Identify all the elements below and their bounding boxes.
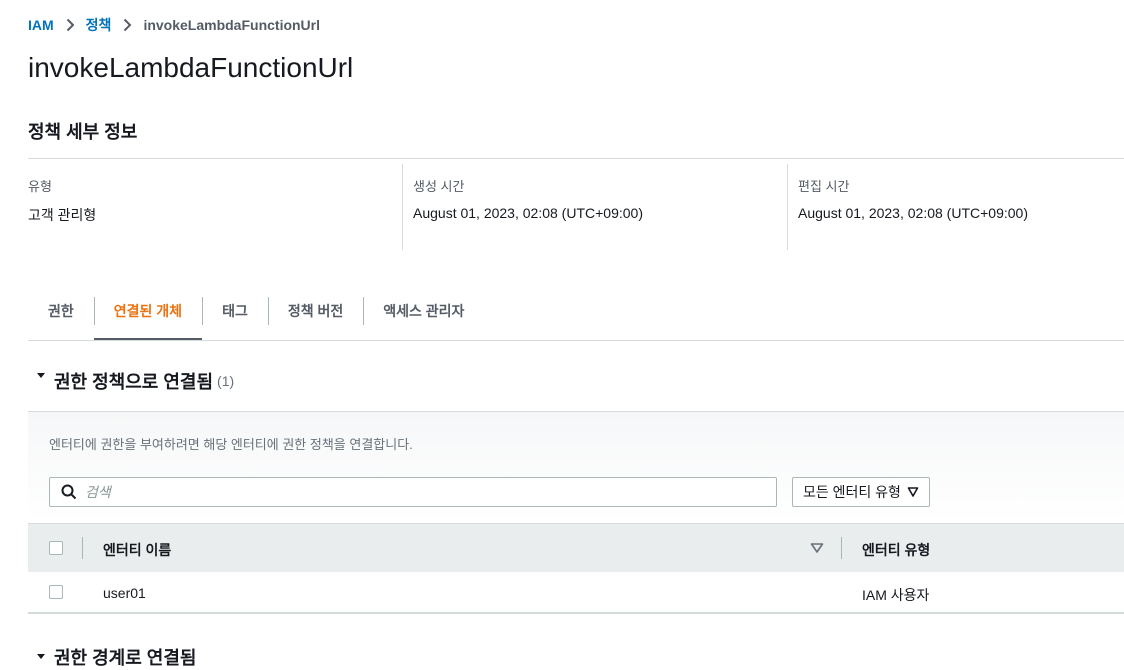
detail-edited: 편집 시간 August 01, 2023, 02:08 (UTC+09:00) xyxy=(787,164,1124,250)
tab-bar: 권한 연결된 개체 태그 정책 버전 액세스 관리자 xyxy=(28,296,484,340)
column-divider xyxy=(841,537,842,559)
tab-permissions[interactable]: 권한 xyxy=(28,296,94,338)
search-input[interactable] xyxy=(85,484,685,500)
caret-down-icon xyxy=(37,654,45,659)
attached-section-toggle[interactable]: 권한 정책으로 연결됨 (1) xyxy=(28,366,234,396)
chevron-right-icon xyxy=(119,17,135,33)
detail-value: August 01, 2023, 02:08 (UTC+09:00) xyxy=(798,205,1028,221)
breadcrumb-current: invokeLambdaFunctionUrl xyxy=(143,17,321,33)
chevron-right-icon xyxy=(62,17,78,33)
caret-down-icon xyxy=(37,373,45,378)
tabs-divider xyxy=(28,340,1124,341)
column-header-entity-name[interactable]: 엔터티 이름 xyxy=(103,540,171,560)
details-section-title: 정책 세부 정보 xyxy=(28,122,138,142)
search-icon xyxy=(61,484,77,500)
column-divider xyxy=(82,537,83,559)
panel-description: 엔터티에 권한을 부여하려면 해당 엔터티에 권한 정책을 연결합니다. xyxy=(49,437,413,452)
page-title: invokeLambdaFunctionUrl xyxy=(28,52,354,83)
sort-down-icon[interactable] xyxy=(810,541,824,555)
divider xyxy=(28,158,1124,159)
attached-entities-panel: 엔터티에 권한을 부여하려면 해당 엔터티에 권한 정책을 연결합니다. 모든 … xyxy=(28,411,1124,614)
row-checkbox[interactable] xyxy=(49,585,63,599)
breadcrumb-link-iam[interactable]: IAM xyxy=(28,17,54,33)
triangle-down-icon xyxy=(907,487,919,497)
column-header-entity-type[interactable]: 엔터티 유형 xyxy=(862,540,930,560)
table-header: 엔터티 이름 엔터티 유형 xyxy=(28,523,1124,573)
table-row: user01 IAM 사용자 xyxy=(28,572,1124,614)
detail-type: 유형 고객 관리형 xyxy=(28,164,402,250)
tab-policy-versions[interactable]: 정책 버전 xyxy=(267,296,363,338)
boundary-section-toggle[interactable]: 권한 경계로 연결됨 xyxy=(28,647,197,668)
attached-section-title: 권한 정책으로 연결됨 xyxy=(54,372,214,392)
detail-label: 편집 시간 xyxy=(798,179,850,194)
entity-type-cell: IAM 사용자 xyxy=(862,587,930,603)
boundary-section-title: 권한 경계로 연결됨 xyxy=(54,648,197,668)
detail-created: 생성 시간 August 01, 2023, 02:08 (UTC+09:00) xyxy=(402,164,787,250)
entity-type-filter-label: 모든 엔터티 유형 xyxy=(803,484,901,500)
entity-name-cell[interactable]: user01 xyxy=(103,585,146,601)
attached-section-count: (1) xyxy=(217,373,235,389)
tab-tags[interactable]: 태그 xyxy=(202,296,268,338)
tab-attached-entities[interactable]: 연결된 개체 xyxy=(93,296,203,340)
detail-value: August 01, 2023, 02:08 (UTC+09:00) xyxy=(413,205,643,221)
select-all-checkbox[interactable] xyxy=(49,541,63,555)
detail-label: 생성 시간 xyxy=(413,179,465,194)
search-box xyxy=(49,477,777,507)
detail-label: 유형 xyxy=(28,179,52,194)
tab-access-advisor[interactable]: 액세스 관리자 xyxy=(363,296,484,338)
detail-value: 고객 관리형 xyxy=(28,207,97,223)
breadcrumb-link-policies[interactable]: 정책 xyxy=(86,15,112,35)
breadcrumb: IAM 정책 invokeLambdaFunctionUrl xyxy=(28,16,320,34)
entity-type-filter[interactable]: 모든 엔터티 유형 xyxy=(792,477,930,507)
